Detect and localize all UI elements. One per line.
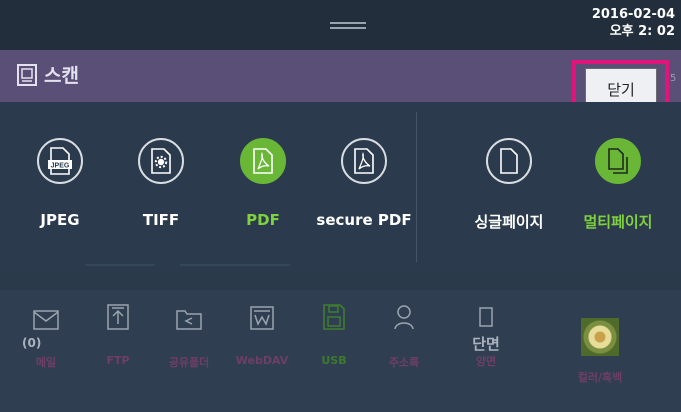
duplex-label: 양면 xyxy=(475,355,497,368)
page-mode-label: 싱글페이지 xyxy=(474,213,544,231)
webdav-icon xyxy=(230,300,294,330)
address-book-label: 주소록 xyxy=(388,356,420,369)
flower-thumbnail-icon xyxy=(581,318,619,356)
format-label: PDF xyxy=(246,211,280,229)
upload-icon xyxy=(86,300,150,330)
edge-text: 5 xyxy=(670,73,677,84)
email-button[interactable]: (0) 메일 xyxy=(14,300,78,370)
status-bar: 2016-02-04 오후 2: 02 xyxy=(0,0,681,50)
tiff-file-icon xyxy=(138,138,184,184)
person-icon xyxy=(372,300,436,330)
format-jpeg[interactable]: JPEG JPEG xyxy=(10,138,110,229)
shared-folder-button[interactable]: 공유폴더 xyxy=(157,300,221,370)
usb-save-icon xyxy=(302,300,366,330)
page-mode-label: 멀티페이지 xyxy=(583,213,653,231)
usb-button[interactable]: USB xyxy=(302,300,366,367)
multi-page-icon xyxy=(595,138,641,184)
webdav-button[interactable]: WebDAV xyxy=(230,300,294,367)
pdf-file-icon xyxy=(240,138,286,184)
format-secure-pdf[interactable]: secure PDF xyxy=(314,138,414,229)
shared-folder-label: 공유폴더 xyxy=(168,356,210,369)
email-count: (0) xyxy=(22,336,42,350)
color-mode-label: 컬러/흑백 xyxy=(577,371,623,384)
email-label: 메일 xyxy=(35,356,57,369)
share-folder-icon xyxy=(157,300,221,330)
scan-header: 스캔 xyxy=(0,50,681,102)
secure-pdf-file-icon xyxy=(341,138,387,184)
mail-icon xyxy=(14,300,78,330)
drag-handle[interactable] xyxy=(330,22,366,29)
address-book-button[interactable]: 주소록 xyxy=(372,300,436,370)
format-label: JPEG xyxy=(40,211,80,229)
duplex-value: 단면 xyxy=(472,335,500,353)
divider xyxy=(180,264,290,266)
page-title: 스캔 xyxy=(44,65,79,87)
duplex-button[interactable]: 단면 양면 xyxy=(454,305,518,369)
ftp-label: FTP xyxy=(106,354,130,367)
divider xyxy=(85,264,155,266)
divider xyxy=(416,112,417,262)
scan-icon xyxy=(17,64,37,86)
usb-label: USB xyxy=(321,354,347,367)
color-mode-button[interactable]: 컬러/흑백 xyxy=(568,318,632,385)
time-text: 오후 2: 02 xyxy=(609,24,675,39)
page-icon xyxy=(454,305,518,327)
format-label: secure PDF xyxy=(316,211,412,229)
single-page-icon xyxy=(486,138,532,184)
ftp-button[interactable]: FTP xyxy=(86,300,150,367)
format-tiff[interactable]: TIFF xyxy=(111,138,211,229)
format-label: TIFF xyxy=(142,211,180,229)
date-text: 2016-02-04 xyxy=(591,7,675,22)
webdav-label: WebDAV xyxy=(235,354,289,367)
date-time: 2016-02-04 오후 2: 02 xyxy=(592,6,675,40)
format-pdf[interactable]: PDF xyxy=(213,138,313,229)
jpeg-icon-text: JPEG xyxy=(51,163,70,170)
multi-page-option[interactable]: 멀티페이지 xyxy=(568,138,668,232)
jpeg-file-icon: JPEG xyxy=(37,138,83,184)
single-page-option[interactable]: 싱글페이지 xyxy=(459,138,559,232)
